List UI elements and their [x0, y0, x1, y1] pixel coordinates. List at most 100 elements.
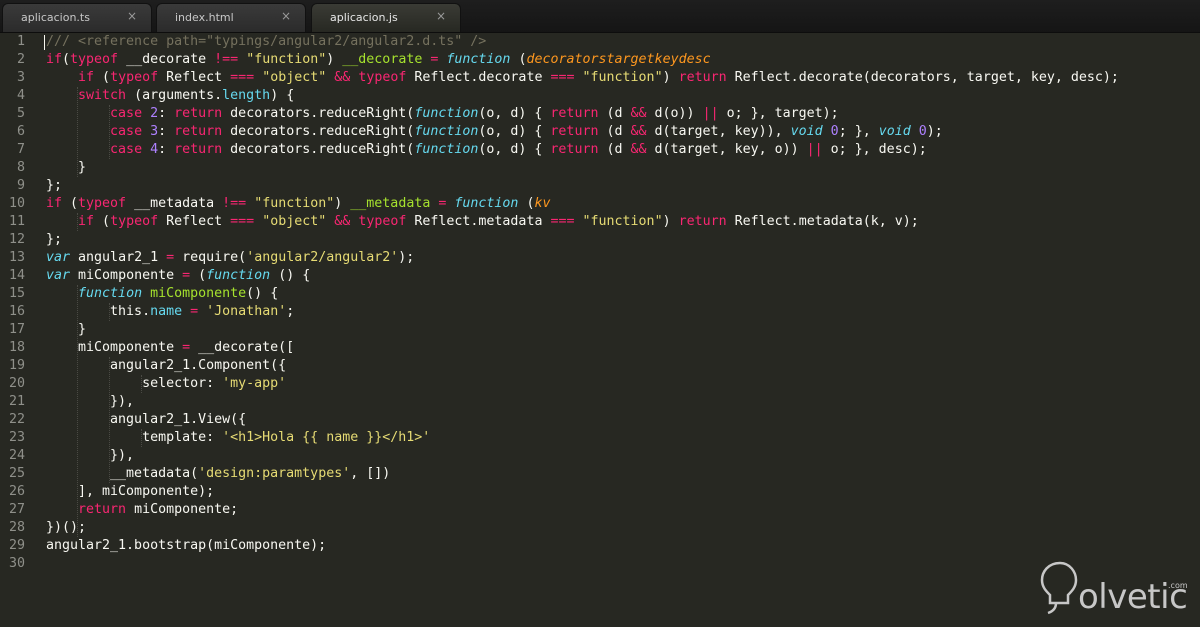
- code-token: (: [62, 52, 71, 67]
- code-token: if: [46, 52, 63, 67]
- code-line[interactable]: 23 template: '<h1>Hola {{ name }}</h1>': [0, 429, 1200, 447]
- code-token: "function": [254, 196, 335, 211]
- code-token: typeof: [358, 214, 407, 229]
- code-token: typeof: [358, 70, 407, 85]
- code-token: template:: [46, 430, 223, 445]
- code-token: return: [550, 106, 599, 121]
- close-icon[interactable]: ×: [281, 9, 291, 23]
- code-token: desc: [678, 52, 711, 67]
- code-token: typeof: [110, 70, 159, 85]
- code-line[interactable]: 12};: [0, 231, 1200, 249]
- code-line[interactable]: 19 angular2_1.Component({: [0, 357, 1200, 375]
- close-icon[interactable]: ×: [127, 9, 137, 23]
- code-line[interactable]: 1 /// <reference path="typings/angular2/a…: [0, 33, 1200, 51]
- line-number: 18: [8, 340, 25, 355]
- code-line[interactable]: 8 }: [0, 159, 1200, 177]
- code-token: 'angular2/angular2': [246, 250, 399, 265]
- code-line[interactable]: 20 selector: 'my-app': [0, 375, 1200, 393]
- tab-aplicacion-js[interactable]: aplicacion.js ×: [311, 3, 461, 32]
- code-token: (o, d) {: [478, 124, 551, 139]
- code-line[interactable]: 2 if(typeof __decorate !== "function") __…: [0, 51, 1200, 69]
- code-line[interactable]: 26 ], miComponente);: [0, 483, 1200, 501]
- code-text: }),: [46, 393, 134, 411]
- line-number: 13: [8, 250, 25, 265]
- code-token: angular2_1: [70, 250, 167, 265]
- code-line[interactable]: 15 function miComponente() {: [0, 285, 1200, 303]
- code-line[interactable]: 17 }: [0, 321, 1200, 339]
- code-token: typeof: [70, 52, 119, 67]
- code-line[interactable]: 11 if (typeof Reflect === "object" && ty…: [0, 213, 1200, 231]
- code-token: function: [78, 286, 143, 301]
- code-token: "function": [582, 214, 663, 229]
- code-token: angular2_1.bootstrap(miComponente);: [46, 538, 327, 553]
- code-token: require(: [174, 250, 247, 265]
- code-token: function: [454, 196, 519, 211]
- code-token: ): [326, 52, 343, 67]
- code-token: "function": [246, 52, 327, 67]
- code-text: case 4: return decorators.reduceRight(fu…: [46, 141, 927, 159]
- code-line[interactable]: 10 if (typeof __metadata !== "function") …: [0, 195, 1200, 213]
- code-token: return: [174, 106, 223, 121]
- code-token: Reflect.metadata: [406, 214, 551, 229]
- code-editor[interactable]: 1 /// <reference path="typings/angular2/a…: [0, 33, 1200, 627]
- code-token: __metadata: [350, 196, 431, 211]
- code-line[interactable]: 4 switch (arguments.length) {: [0, 87, 1200, 105]
- code-token: return: [678, 70, 727, 85]
- code-line[interactable]: 29 angular2_1.bootstrap(miComponente);: [0, 537, 1200, 555]
- line-number: 22: [8, 412, 25, 427]
- code-line[interactable]: 18 miComponente = __decorate([: [0, 339, 1200, 357]
- code-token: 2: [150, 106, 159, 121]
- code-line[interactable]: 25 __metadata('design:paramtypes', []): [0, 465, 1200, 483]
- code-token: return: [550, 124, 599, 139]
- close-icon[interactable]: ×: [436, 9, 446, 23]
- code-text: }: [46, 159, 86, 177]
- code-token: ) {: [270, 88, 295, 103]
- code-line[interactable]: 27 return miComponente;: [0, 501, 1200, 519]
- code-token: decorators.reduceRight(: [222, 124, 415, 139]
- code-token: name: [150, 304, 183, 319]
- code-line[interactable]: 9};: [0, 177, 1200, 195]
- tab-label: aplicacion.ts: [21, 11, 90, 24]
- code-token: '<h1>Hola {{ name }}</h1>': [222, 430, 431, 445]
- code-token: return: [174, 142, 223, 157]
- code-token: 0: [918, 124, 927, 139]
- code-token: (d: [598, 106, 631, 121]
- code-line[interactable]: 5 case 2: return decorators.reduceRight(…: [0, 105, 1200, 123]
- code-line[interactable]: 14 var miComponente = (function () {: [0, 267, 1200, 285]
- code-line[interactable]: 21 }),: [0, 393, 1200, 411]
- line-number: 7: [16, 142, 25, 157]
- code-token: d(target, key, o)): [646, 142, 807, 157]
- code-line[interactable]: 24 }),: [0, 447, 1200, 465]
- tab-aplicacion-ts[interactable]: aplicacion.ts ×: [2, 3, 152, 32]
- line-number: 21: [8, 394, 25, 409]
- code-line[interactable]: 22 angular2_1.View({: [0, 411, 1200, 429]
- tab-index-html[interactable]: index.html ×: [156, 3, 306, 32]
- code-token: (: [94, 214, 111, 229]
- code-line[interactable]: 6 case 3: return decorators.reduceRight(…: [0, 123, 1200, 141]
- code-text: var angular2_1 = require('angular2/angul…: [46, 249, 414, 267]
- code-line[interactable]: 3 if (typeof Reflect === "object" && typ…: [0, 69, 1200, 87]
- line-number: 12: [8, 232, 25, 247]
- code-token: decorators.reduceRight(: [222, 106, 415, 121]
- code-token: function: [446, 52, 511, 67]
- code-line[interactable]: 16 this.name = 'Jonathan';: [0, 303, 1200, 321]
- code-token: :: [158, 142, 175, 157]
- code-token: (: [190, 268, 207, 283]
- line-number: 15: [8, 286, 25, 301]
- code-line[interactable]: 30: [0, 555, 1200, 573]
- code-line[interactable]: 7 case 4: return decorators.reduceRight(…: [0, 141, 1200, 159]
- code-line[interactable]: 13 var angular2_1 = require('angular2/ang…: [0, 249, 1200, 267]
- code-line[interactable]: 28})();: [0, 519, 1200, 537]
- code-text: this.name = 'Jonathan';: [46, 303, 294, 321]
